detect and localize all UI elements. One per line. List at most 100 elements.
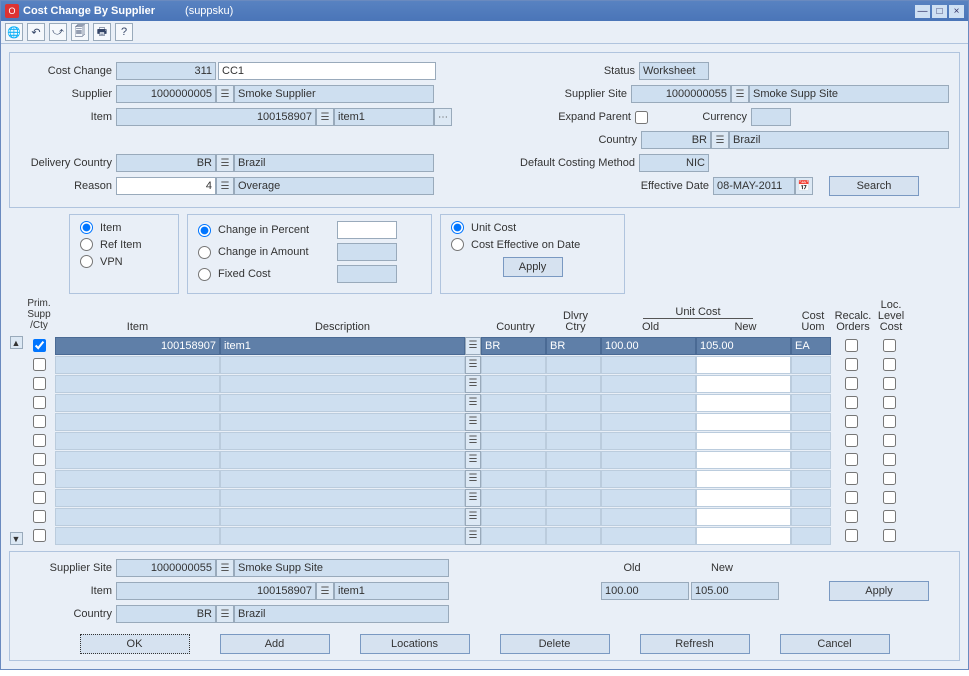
calendar-icon[interactable]: 📅 [795,177,813,195]
cell-new[interactable] [696,356,791,374]
cell-uom[interactable] [791,508,831,526]
scroll-down-icon[interactable]: ▼ [10,532,23,545]
vpn-radio[interactable] [80,255,93,268]
item-radio[interactable] [80,221,93,234]
item-id-field[interactable]: 100158907 [116,108,316,126]
delivery-country-code-field[interactable]: BR [116,154,216,172]
cell-country[interactable] [481,527,546,545]
table-row[interactable]: ☰ [23,412,960,431]
detail-new-field[interactable]: 105.00 [691,582,779,600]
cell-desc[interactable] [220,451,465,469]
cell-old[interactable] [601,375,696,393]
cell-desc[interactable] [220,527,465,545]
cell-dlvry[interactable] [546,451,601,469]
cell-uom[interactable] [791,470,831,488]
detail-country-lov-icon[interactable]: ☰ [216,605,234,623]
cell-dlvry[interactable] [546,432,601,450]
prim-supp-checkbox[interactable] [33,491,46,504]
cell-new[interactable] [696,432,791,450]
item-lov-icon[interactable]: ☰ [316,108,334,126]
cell-desc[interactable] [220,470,465,488]
loc-level-checkbox[interactable] [883,453,896,466]
country-code-field[interactable]: BR [641,131,711,149]
cell-uom[interactable] [791,527,831,545]
loc-level-checkbox[interactable] [883,339,896,352]
detail-item-id-field[interactable]: 100158907 [116,582,316,600]
apply-options-button[interactable]: Apply [503,257,563,277]
search-button[interactable]: Search [829,176,919,196]
cell-dlvry[interactable] [546,470,601,488]
detail-country-code-field[interactable]: BR [116,605,216,623]
table-row[interactable]: ☰ [23,526,960,545]
loc-level-checkbox[interactable] [883,358,896,371]
cost-change-id-field[interactable]: 311 [116,62,216,80]
row-lov-icon[interactable]: ☰ [465,470,481,488]
refresh-button[interactable]: Refresh [640,634,750,654]
cell-uom[interactable] [791,451,831,469]
cell-desc[interactable] [220,356,465,374]
globe-icon[interactable]: 🌐 [5,23,23,41]
cell-item[interactable] [55,394,220,412]
cell-new[interactable] [696,451,791,469]
cell-old[interactable] [601,413,696,431]
cell-uom[interactable] [791,413,831,431]
detail-old-field[interactable]: 100.00 [601,582,689,600]
locations-button[interactable]: Locations [360,634,470,654]
loc-level-checkbox[interactable] [883,491,896,504]
detail-apply-button[interactable]: Apply [829,581,929,601]
fixed-cost-radio[interactable] [198,268,211,281]
cell-item[interactable] [55,470,220,488]
cell-new[interactable]: 105.00 [696,337,791,355]
cell-new[interactable] [696,470,791,488]
detail-item-lov-icon[interactable]: ☰ [316,582,334,600]
change-amount-radio[interactable] [198,246,211,259]
cell-old[interactable]: 100.00 [601,337,696,355]
row-lov-icon[interactable]: ☰ [465,394,481,412]
copy-icon[interactable]: 🗐 [71,23,89,41]
row-lov-icon[interactable]: ☰ [465,508,481,526]
prim-supp-checkbox[interactable] [33,472,46,485]
supplier-site-lov-icon[interactable]: ☰ [731,85,749,103]
cell-country[interactable] [481,432,546,450]
row-lov-icon[interactable]: ☰ [465,413,481,431]
cell-item[interactable]: 100158907 [55,337,220,355]
row-lov-icon[interactable]: ☰ [465,375,481,393]
cell-dlvry[interactable] [546,508,601,526]
loc-level-checkbox[interactable] [883,529,896,542]
delete-button[interactable]: Delete [500,634,610,654]
loc-level-checkbox[interactable] [883,377,896,390]
row-lov-icon[interactable]: ☰ [465,337,481,355]
cell-item[interactable] [55,508,220,526]
prim-supp-checkbox[interactable] [33,453,46,466]
scroll-up-icon[interactable]: ▲ [10,336,23,349]
cell-new[interactable] [696,394,791,412]
change-percent-radio[interactable] [198,224,211,237]
cell-uom[interactable] [791,375,831,393]
loc-level-checkbox[interactable] [883,434,896,447]
cell-item[interactable] [55,527,220,545]
ref-item-radio[interactable] [80,238,93,251]
cell-dlvry[interactable] [546,413,601,431]
recalc-checkbox[interactable] [845,434,858,447]
cell-new[interactable] [696,489,791,507]
recalc-checkbox[interactable] [845,396,858,409]
cost-eff-date-radio[interactable] [451,238,464,251]
cell-uom[interactable] [791,432,831,450]
close-button[interactable]: × [949,5,964,18]
table-row[interactable]: ☰ [23,469,960,488]
help-icon[interactable]: ? [115,23,133,41]
nav-fwd-icon[interactable]: ⤻ [49,23,67,41]
recalc-checkbox[interactable] [845,472,858,485]
loc-level-checkbox[interactable] [883,396,896,409]
recalc-checkbox[interactable] [845,377,858,390]
cell-country[interactable] [481,508,546,526]
prim-supp-checkbox[interactable] [33,339,46,352]
unit-cost-radio[interactable] [451,221,464,234]
recalc-checkbox[interactable] [845,510,858,523]
item-more-icon[interactable]: ⋯ [434,108,452,126]
add-button[interactable]: Add [220,634,330,654]
prim-supp-checkbox[interactable] [33,434,46,447]
cell-uom[interactable] [791,394,831,412]
print-icon[interactable]: 🖶 [93,23,111,41]
prim-supp-checkbox[interactable] [33,377,46,390]
